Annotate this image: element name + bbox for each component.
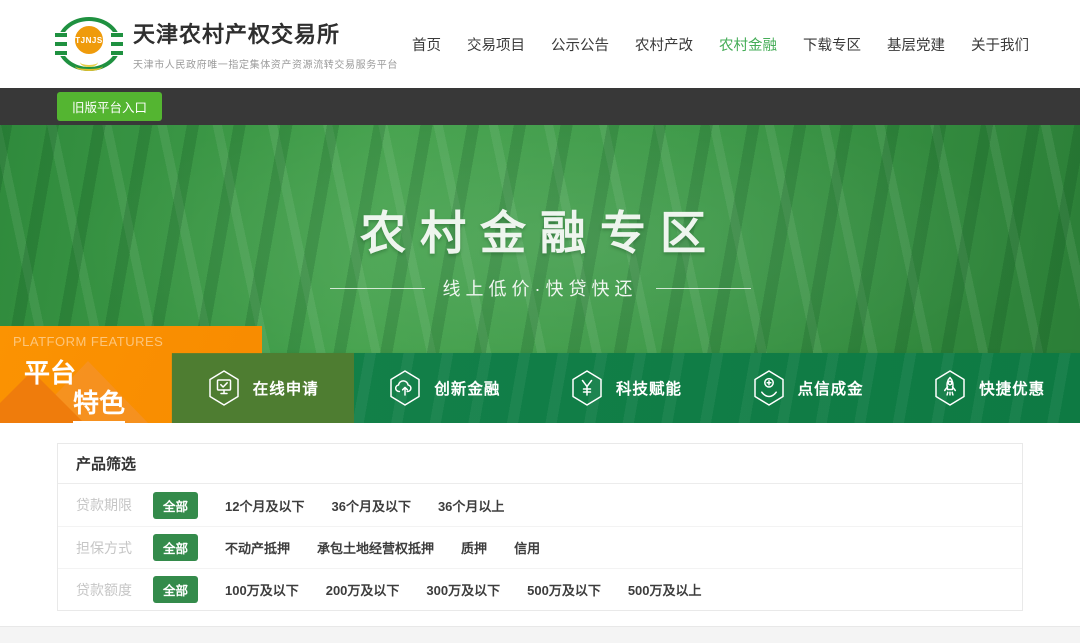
yen-icon	[570, 369, 604, 407]
tab-label: 科技赋能	[616, 377, 682, 399]
monitor-check-icon	[207, 369, 241, 407]
feature-tab-strip: 在线申请 创新金融 科技赋能 点信成金	[172, 353, 1080, 423]
filter-option[interactable]: 12个月及以下	[225, 496, 304, 515]
hero-banner: 农村金融专区 线上低价·快贷快还 PLATFORM FEATURES 平台 特色…	[0, 125, 1080, 423]
hero-title: 农村金融专区	[0, 197, 1080, 263]
logo-circle-icon: TJNJS	[73, 24, 105, 56]
tab-label: 点信成金	[798, 377, 864, 399]
filter-option[interactable]: 200万及以下	[326, 580, 400, 599]
filter-option[interactable]: 500万及以上	[628, 580, 702, 599]
features-title-line2: 特色	[73, 383, 125, 423]
filter-option[interactable]: 300万及以下	[426, 580, 500, 599]
nav-item-rural-reform[interactable]: 农村产改	[635, 34, 693, 55]
utility-bar: 旧版平台入口	[0, 88, 1080, 125]
logo-stripes-left-icon	[55, 33, 67, 55]
logo-wheat-icon	[75, 61, 103, 71]
tab-quick-discount[interactable]: 快捷优惠	[898, 353, 1080, 423]
filter-row-loan-amount: 贷款额度 全部 100万及以下 200万及以下 300万及以下 500万及以下 …	[58, 568, 1022, 610]
main-nav: 首页 交易项目 公示公告 农村产改 农村金融 下载专区 基层党建 关于我们	[412, 34, 1029, 55]
features-title-line1: 平台	[24, 353, 76, 390]
hero-subtitle: 线上低价·快贷快还	[443, 275, 638, 301]
old-platform-entry-button[interactable]: 旧版平台入口	[57, 92, 162, 121]
tab-innovative-finance[interactable]: 创新金融	[354, 353, 536, 423]
site-header: TJNJS 天津农村产权交易所 天津市人民政府唯一指定集体资产资源流转交易服务平…	[0, 0, 1080, 88]
filter-option[interactable]: 36个月及以下	[331, 496, 410, 515]
nav-item-home[interactable]: 首页	[412, 34, 441, 55]
brand[interactable]: TJNJS 天津农村产权交易所 天津市人民政府唯一指定集体资产资源流转交易服务平…	[57, 15, 398, 73]
filter-option[interactable]: 100万及以下	[225, 580, 299, 599]
cloud-upload-icon	[388, 369, 422, 407]
filter-title: 产品筛选	[58, 444, 1022, 484]
subtitle-rule-left	[330, 288, 425, 289]
tab-label: 在线申请	[253, 377, 319, 399]
site-title: 天津农村产权交易所	[133, 17, 398, 49]
site-subtitle: 天津市人民政府唯一指定集体资产资源流转交易服务平台	[133, 56, 398, 71]
filter-option[interactable]: 承包土地经营权抵押	[317, 538, 434, 557]
filter-label: 担保方式	[76, 538, 136, 558]
filter-row-guarantee-method: 担保方式 全部 不动产抵押 承包土地经营权抵押 质押 信用	[58, 526, 1022, 568]
nav-item-party-building[interactable]: 基层党建	[887, 34, 945, 55]
filter-option[interactable]: 质押	[461, 538, 487, 557]
footer-strip	[0, 626, 1080, 643]
hand-coin-icon	[752, 369, 786, 407]
tab-tech-empowerment[interactable]: 科技赋能	[535, 353, 717, 423]
nav-item-downloads[interactable]: 下载专区	[803, 34, 861, 55]
tab-online-apply[interactable]: 在线申请	[172, 353, 354, 423]
tab-label: 创新金融	[434, 377, 500, 399]
nav-item-trading-projects[interactable]: 交易项目	[467, 34, 525, 55]
tab-label: 快捷优惠	[979, 377, 1045, 399]
filter-label: 贷款期限	[76, 495, 136, 515]
filter-row-loan-term: 贷款期限 全部 12个月及以下 36个月及以下 36个月以上	[58, 484, 1022, 526]
filter-all-badge[interactable]: 全部	[153, 492, 198, 519]
filter-all-badge[interactable]: 全部	[153, 576, 198, 603]
subtitle-rule-right	[656, 288, 751, 289]
tab-credit-to-gold[interactable]: 点信成金	[717, 353, 899, 423]
filter-label: 贷款额度	[76, 580, 136, 600]
hero-subtitle-row: 线上低价·快贷快还	[0, 275, 1080, 301]
nav-item-about-us[interactable]: 关于我们	[971, 34, 1029, 55]
filter-option[interactable]: 36个月以上	[438, 496, 504, 515]
rocket-icon	[933, 369, 967, 407]
features-eyebrow: PLATFORM FEATURES	[13, 334, 163, 349]
product-filter-card: 产品筛选 贷款期限 全部 12个月及以下 36个月及以下 36个月以上 担保方式…	[57, 443, 1023, 611]
filter-option[interactable]: 不动产抵押	[225, 538, 290, 557]
logo-stripes-right-icon	[111, 33, 123, 55]
filter-option[interactable]: 信用	[514, 538, 540, 557]
nav-item-rural-finance[interactable]: 农村金融	[719, 34, 777, 55]
nav-item-public-notices[interactable]: 公示公告	[551, 34, 609, 55]
site-logo: TJNJS	[57, 15, 121, 73]
filter-option[interactable]: 500万及以下	[527, 580, 601, 599]
filter-all-badge[interactable]: 全部	[153, 534, 198, 561]
